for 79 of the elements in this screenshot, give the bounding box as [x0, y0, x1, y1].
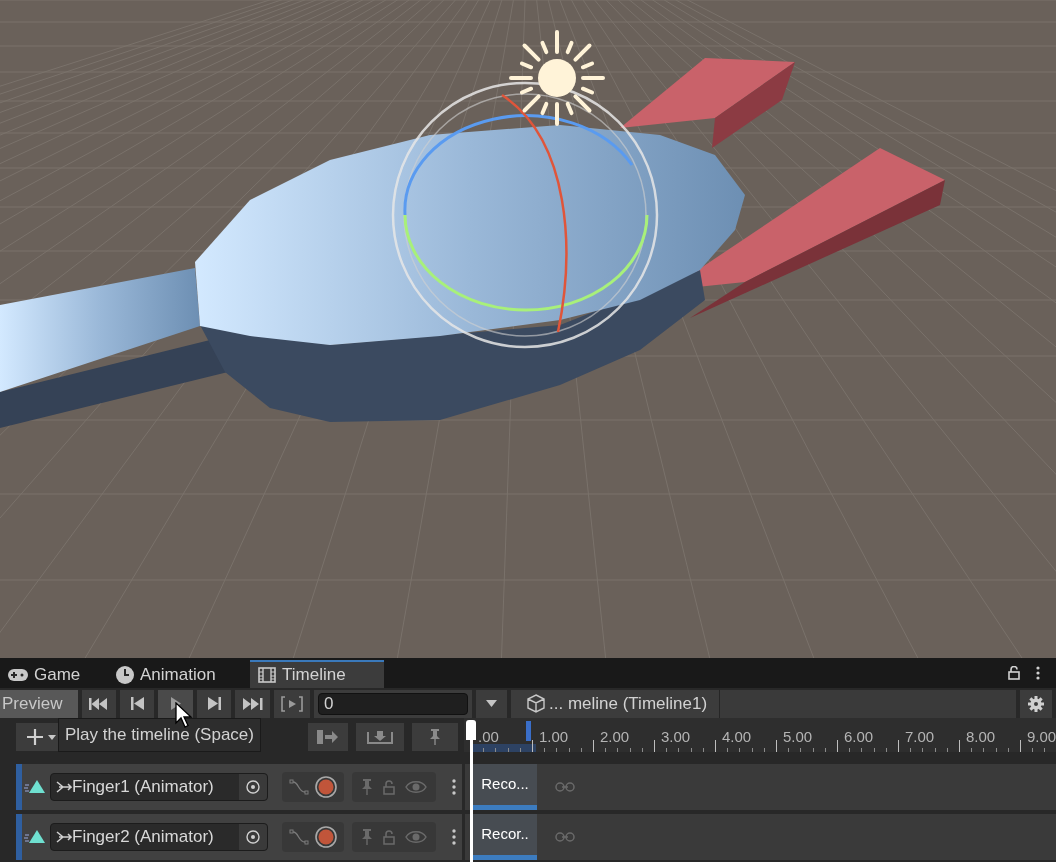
track-binding-text: Finger1 (Animator) — [72, 776, 214, 799]
skip-to-end-icon — [242, 697, 263, 710]
pin-icon — [429, 729, 441, 745]
frame-field[interactable]: 0 — [318, 692, 468, 715]
animation-track-icon — [24, 830, 46, 844]
time-label: 5.00 — [783, 727, 813, 747]
time-label: 9.00 — [1027, 727, 1056, 747]
curves-button[interactable] — [288, 826, 310, 848]
tray-arrow-icon — [367, 730, 393, 744]
record-icon — [315, 776, 337, 798]
clip-end-marker — [526, 721, 531, 741]
tab[interactable]: Animation — [108, 660, 250, 688]
record-icon — [315, 826, 337, 848]
tooltip: Play the timeline (Space) — [58, 718, 261, 752]
caret-icon — [48, 734, 56, 740]
time-label: 6.00 — [844, 727, 874, 747]
time-label: 1.00 — [539, 727, 569, 747]
time-ruler[interactable]: .00 1.00 2.00 3.00 4.00 5.00 6.00 7.00 8.00 9.00 — [464, 718, 1056, 752]
more-options-icon[interactable] — [1036, 666, 1040, 680]
curves-button[interactable] — [288, 776, 310, 798]
sun-icon[interactable] — [509, 30, 605, 126]
link-icon — [555, 832, 575, 842]
target-icon — [246, 830, 260, 844]
link-icon — [555, 782, 575, 792]
play-range-button[interactable] — [274, 689, 310, 718]
animation-track-icon — [24, 780, 46, 794]
animator-icon — [56, 780, 72, 794]
insert-button[interactable] — [356, 723, 404, 751]
playhead[interactable] — [466, 720, 476, 862]
go-to-end-button[interactable] — [235, 689, 270, 718]
timeline-dropdown-button[interactable] — [476, 689, 507, 718]
tab[interactable]: Game — [0, 660, 108, 688]
pin-button[interactable] — [412, 723, 458, 751]
gamepad-icon — [8, 669, 28, 681]
step-forward-icon — [207, 697, 221, 710]
time-label: 3.00 — [661, 727, 691, 747]
mouse-cursor-icon — [175, 702, 193, 728]
object-picker-button[interactable] — [239, 824, 267, 850]
target-icon — [246, 780, 260, 794]
bracketed-play-icon — [281, 695, 303, 712]
animator-icon — [56, 830, 72, 844]
tab[interactable]: Timeline — [250, 660, 384, 688]
rotation-gizmo[interactable] — [391, 81, 659, 349]
time-label: 4.00 — [722, 727, 752, 747]
unlocked-padlock-icon[interactable] — [1008, 666, 1020, 680]
record-button[interactable] — [314, 825, 338, 849]
step-back-icon — [130, 697, 144, 710]
clip-range-bar — [472, 744, 536, 752]
go-to-start-button[interactable] — [82, 689, 116, 718]
curve-icon — [289, 829, 309, 845]
film-strip-icon — [258, 667, 276, 683]
object-picker-button[interactable] — [239, 774, 267, 800]
skip-to-start-icon — [89, 697, 109, 710]
settings-icon — [1028, 695, 1044, 712]
previous-frame-button[interactable] — [120, 689, 154, 718]
cube-icon — [527, 694, 545, 713]
ripple-edit-button[interactable] — [308, 723, 348, 751]
object-field[interactable]: Finger1 (Animator) — [50, 773, 268, 801]
clock-icon — [116, 666, 134, 684]
object-field[interactable]: Finger2 (Animator) — [50, 823, 268, 851]
animation-clip[interactable]: Reco... — [473, 764, 537, 810]
bar-arrow-icon — [317, 730, 339, 744]
preview-button[interactable]: Preview — [0, 689, 78, 718]
curve-icon — [289, 779, 309, 795]
record-button[interactable] — [314, 775, 338, 799]
more-options-icon[interactable] — [452, 829, 456, 845]
time-label: 8.00 — [966, 727, 996, 747]
track-header[interactable]: Finger2 (Animator) — [16, 814, 462, 860]
dropdown-arrow-icon — [486, 700, 497, 707]
animation-clip[interactable]: Recor.. — [473, 814, 537, 860]
track-header[interactable]: Finger1 (Animator) — [16, 764, 462, 810]
time-label: .00 — [478, 727, 499, 747]
more-options-icon[interactable] — [452, 779, 456, 795]
plus-icon — [26, 728, 44, 746]
track-binding-text: Finger2 (Animator) — [72, 826, 214, 849]
settings-button[interactable] — [1020, 689, 1052, 718]
next-frame-button[interactable] — [197, 689, 231, 718]
time-label: 7.00 — [905, 727, 935, 747]
time-label: 2.00 — [600, 727, 630, 747]
